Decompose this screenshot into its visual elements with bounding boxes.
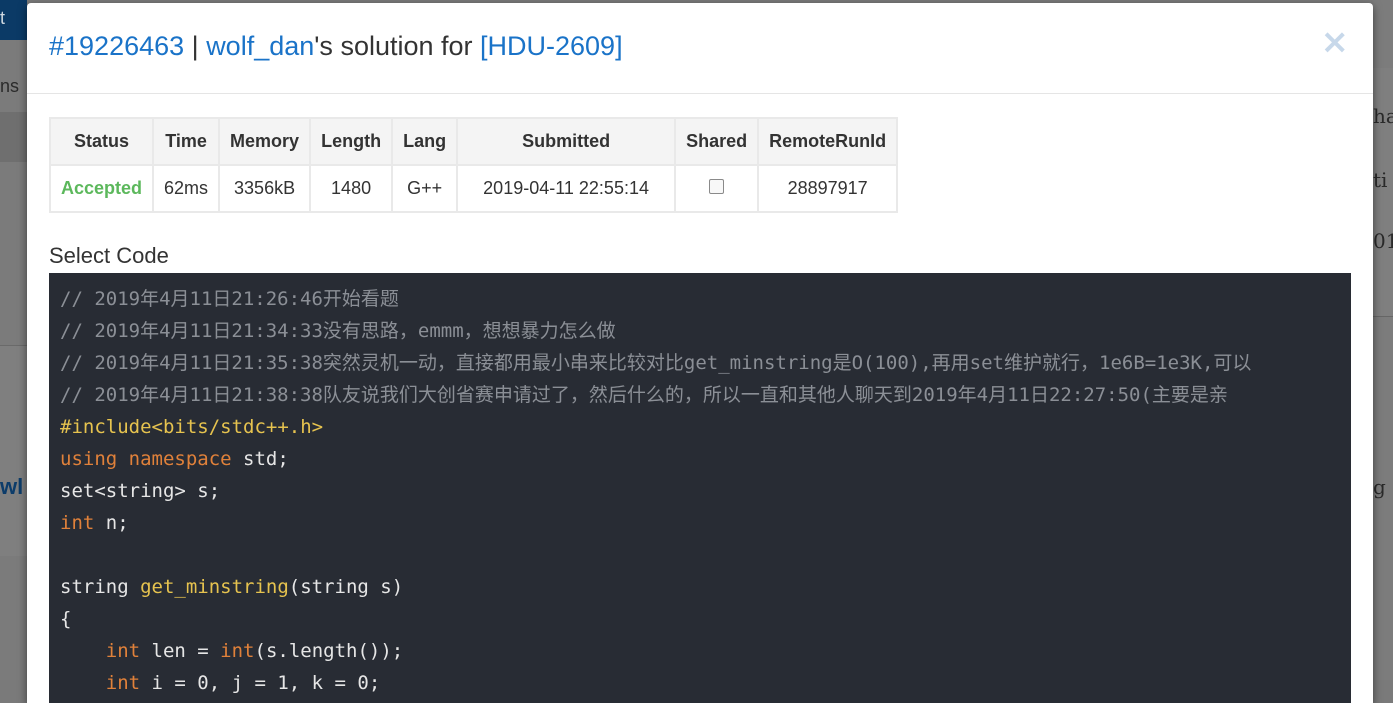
time-cell: 62ms: [152, 164, 221, 213]
memory-cell: 3356kB: [218, 164, 312, 213]
modal-header: #19226463 | wolf_dan's solution for [HDU…: [27, 3, 1373, 94]
header-status: Status: [48, 117, 155, 166]
length-cell: 1480: [309, 164, 394, 213]
code-line: set<string> s;: [60, 480, 221, 502]
background-panel: [0, 345, 27, 556]
code-line: // 2019年4月11日21:34:33没有思路，emmm，想想暴力怎么做: [60, 320, 616, 342]
status-cell: Accepted: [48, 164, 155, 213]
close-icon[interactable]: ×: [1321, 25, 1350, 59]
code-line: {: [60, 608, 72, 630]
code-line: // 2019年4月11日21:38:38队友说我们大创省赛申请过了，然后什么的…: [60, 384, 1228, 406]
header-time: Time: [152, 117, 221, 166]
code-line: // 2019年4月11日21:26:46开始看题: [60, 288, 399, 310]
title-separator: |: [184, 31, 207, 61]
shared-checkbox[interactable]: [709, 178, 725, 194]
background-text: 01: [1373, 229, 1393, 253]
code-line: int n;: [60, 512, 129, 534]
problem-link[interactable]: [HDU-2609]: [480, 31, 623, 61]
background-nav-text: t: [0, 8, 6, 28]
header-submitted: Submitted: [456, 117, 677, 166]
shared-cell: [674, 164, 760, 213]
title-text: 's solution for: [314, 31, 481, 61]
background-text: ti: [1373, 168, 1388, 192]
code-line: int len = int(s.length());: [105, 640, 404, 662]
header-shared: Shared: [674, 117, 760, 166]
code-line: #include<bits/stdc++.h>: [60, 416, 324, 438]
background-text: ha: [1373, 104, 1393, 128]
submitted-cell: 2019-04-11 22:55:14: [456, 164, 677, 213]
background-text: g: [1373, 475, 1386, 499]
header-memory: Memory: [218, 117, 312, 166]
header-lang: Lang: [391, 117, 459, 166]
header-remote-run-id: RemoteRunId: [757, 117, 899, 166]
background-text: ns: [0, 76, 20, 96]
background-page-left: [0, 0, 27, 680]
table-header-row: Status Time Memory Length Lang Submitted…: [48, 117, 899, 166]
lang-cell: G++: [391, 164, 459, 213]
user-link[interactable]: wolf_dan: [206, 31, 314, 61]
remote-run-id-cell: 28897917: [757, 164, 899, 213]
background-panel: [0, 112, 27, 162]
code-line: using namespace std;: [60, 448, 289, 470]
select-code-label[interactable]: Select Code: [49, 243, 169, 269]
header-length: Length: [309, 117, 394, 166]
solution-modal: #19226463 | wolf_dan's solution for [HDU…: [27, 3, 1373, 703]
run-id-link[interactable]: #19226463: [49, 31, 184, 61]
code-block[interactable]: // 2019年4月11日21:26:46开始看题 // 2019年4月11日21…: [49, 273, 1351, 703]
code-line: // 2019年4月11日21:35:38突然灵机一动，直接都用最小串来比较对比…: [60, 352, 1252, 374]
background-link-text: wl: [0, 474, 24, 499]
code-line: int i = 0, j = 1, k = 0;: [105, 672, 381, 694]
submission-info-table: Status Time Memory Length Lang Submitted…: [48, 117, 899, 213]
code-line: string get_minstring(string s): [60, 576, 404, 598]
modal-title: #19226463 | wolf_dan's solution for [HDU…: [49, 31, 623, 62]
table-row: Accepted 62ms 3356kB 1480 G++ 2019-04-11…: [48, 164, 899, 213]
